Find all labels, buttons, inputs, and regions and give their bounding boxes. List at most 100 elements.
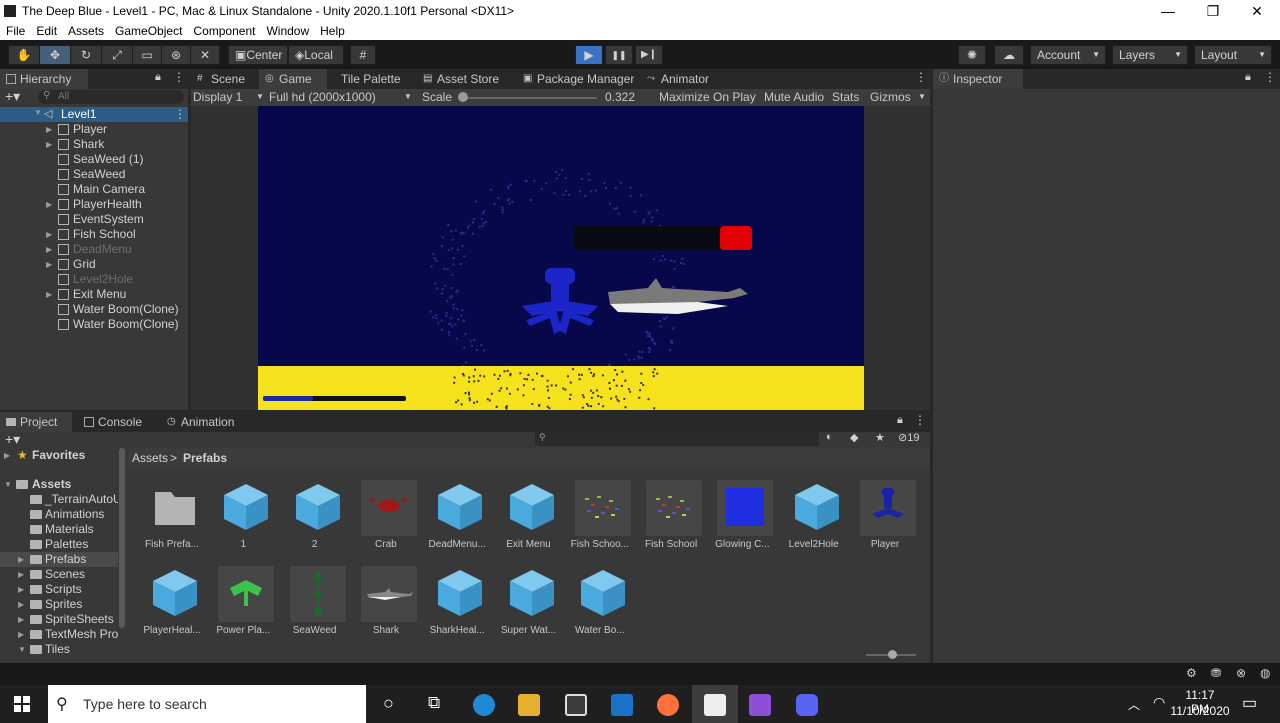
- layout-dropdown[interactable]: Layout ▼: [1194, 45, 1272, 65]
- tab-tile-palette[interactable]: Tile Palette: [321, 69, 415, 89]
- hierarchy-item[interactable]: ▶ Fish School: [0, 227, 188, 242]
- folder-tree-item[interactable]: _TerrainAutoU: [0, 492, 118, 507]
- kebab-menu-icon[interactable]: ⋮: [915, 70, 927, 84]
- hierarchy-item[interactable]: SeaWeed (1): [0, 152, 188, 167]
- expand-arrow-icon[interactable]: ▶: [46, 197, 56, 212]
- hierarchy-item[interactable]: ▶ Shark: [0, 137, 188, 152]
- asset-item[interactable]: Glowing C...: [710, 480, 774, 560]
- menu-file[interactable]: File: [0, 22, 30, 38]
- wifi-icon[interactable]: ◠: [1153, 694, 1165, 711]
- lighting-icon[interactable]: ◍: [1260, 666, 1270, 680]
- favorite-star-icon[interactable]: ★: [875, 431, 885, 444]
- folder-tree-item[interactable]: ▶ SpriteSheets: [0, 612, 118, 627]
- tab-game[interactable]: ◎ Game: [259, 69, 327, 89]
- expand-arrow-icon[interactable]: ▶: [46, 257, 56, 272]
- breadcrumb-assets[interactable]: Assets: [132, 451, 168, 465]
- move-tool-icon[interactable]: ✥: [39, 45, 71, 65]
- hierarchy-item[interactable]: ▶ PlayerHealth: [0, 197, 188, 212]
- folder-tree-item[interactable]: Materials: [0, 522, 118, 537]
- minimize-button[interactable]: —: [1148, 1, 1188, 21]
- asset-item[interactable]: SeaWeed: [283, 566, 347, 646]
- rect-tool-icon[interactable]: ▭: [132, 45, 162, 65]
- layers-dropdown[interactable]: Layers ▼: [1112, 45, 1188, 65]
- bug-icon[interactable]: ⚙: [1186, 666, 1197, 680]
- folder-tree-item[interactable]: Animations: [0, 507, 118, 522]
- hierarchy-item[interactable]: ▶ DeadMenu: [0, 242, 188, 257]
- close-button[interactable]: ✕: [1237, 1, 1277, 21]
- menu-edit[interactable]: Edit: [30, 22, 62, 38]
- expand-arrow-icon[interactable]: ▶: [18, 582, 28, 597]
- maximize-button[interactable]: ❐: [1193, 1, 1233, 21]
- folder-tree-item[interactable]: ▶ Scenes: [0, 567, 118, 582]
- kebab-menu-icon[interactable]: ⋮: [174, 107, 186, 121]
- asset-item[interactable]: Fish Prefa...: [140, 480, 204, 560]
- expand-arrow-icon[interactable]: ▶: [4, 448, 14, 463]
- folder-tree-item[interactable]: ▶ TextMesh Pro: [0, 627, 118, 642]
- asset-item[interactable]: Crab: [354, 480, 418, 560]
- hierarchy-item[interactable]: Water Boom(Clone): [0, 317, 188, 332]
- filter-type-icon[interactable]: ◐: [826, 431, 833, 443]
- tab-inspector[interactable]: ⓘ Inspector: [933, 69, 1023, 89]
- pivot-local-toggle[interactable]: ◈Local: [288, 45, 344, 65]
- asset-item[interactable]: Level2Hole: [782, 480, 846, 560]
- tab-asset-store[interactable]: ▤ Asset Store: [417, 69, 527, 89]
- expand-arrow-icon[interactable]: ▼: [18, 642, 28, 657]
- play-button[interactable]: ▶: [575, 45, 603, 65]
- expand-arrow-icon[interactable]: ▶: [18, 612, 28, 627]
- mail-icon[interactable]: [611, 694, 633, 716]
- hierarchy-item[interactable]: Water Boom(Clone): [0, 302, 188, 317]
- menu-help[interactable]: Help: [314, 22, 350, 38]
- collab-icon[interactable]: ✺: [958, 45, 986, 65]
- cortana-icon[interactable]: ○: [383, 693, 394, 714]
- tab-hierarchy[interactable]: Hierarchy: [0, 69, 88, 89]
- discord-icon[interactable]: [796, 694, 818, 716]
- lock-icon[interactable]: 🔒︎: [897, 414, 903, 427]
- scale-slider-track[interactable]: [460, 97, 597, 99]
- file-explorer-icon[interactable]: [518, 694, 540, 716]
- asset-item[interactable]: Shark: [354, 566, 418, 646]
- asset-item[interactable]: Fish Schoo...: [568, 480, 632, 560]
- add-object-button[interactable]: +▾: [5, 88, 20, 105]
- project-search-input[interactable]: ⚲: [535, 432, 819, 446]
- step-button[interactable]: ▶❙: [635, 45, 663, 65]
- windows-start-icon[interactable]: [14, 696, 30, 712]
- lock-icon[interactable]: 🔒︎: [1245, 71, 1251, 84]
- asset-item[interactable]: 2: [283, 480, 347, 560]
- task-view-icon[interactable]: ⧉: [428, 693, 440, 713]
- lock-icon[interactable]: 🔒︎: [155, 71, 161, 84]
- expand-arrow-icon[interactable]: ▶: [46, 287, 56, 302]
- progress-icon[interactable]: ⊗: [1236, 666, 1246, 680]
- tab-animation[interactable]: ◷ Animation: [161, 412, 251, 432]
- scale-tool-icon[interactable]: ⤢: [101, 45, 133, 65]
- asset-item[interactable]: SharkHeal...: [425, 566, 489, 646]
- tab-animator[interactable]: ⤳ Animator: [641, 69, 731, 89]
- expand-arrow-icon[interactable]: ▶: [18, 597, 28, 612]
- transform-tool-icon[interactable]: ⊛: [161, 45, 191, 65]
- custom-tool-icon[interactable]: ✕: [190, 45, 220, 65]
- menu-gameobject[interactable]: GameObject: [109, 22, 187, 38]
- chevron-up-icon[interactable]: ︿: [1128, 696, 1140, 713]
- unity-taskbar-active[interactable]: [692, 685, 738, 723]
- display-dropdown[interactable]: Display 1: [193, 90, 242, 104]
- hierarchy-item[interactable]: SeaWeed: [0, 167, 188, 182]
- game-viewport[interactable]: [258, 106, 864, 410]
- expand-arrow-icon[interactable]: ▼: [4, 477, 14, 492]
- folder-tree-item[interactable]: ▶ Prefabs: [0, 552, 118, 567]
- assets-root-node[interactable]: ▼ Assets: [0, 477, 118, 492]
- folder-tree-item[interactable]: ▶ Scripts: [0, 582, 118, 597]
- expand-arrow-icon[interactable]: ▶: [18, 567, 28, 582]
- asset-item[interactable]: PlayerHeal...: [140, 566, 204, 646]
- hierarchy-item[interactable]: EventSystem: [0, 212, 188, 227]
- gizmos-toggle[interactable]: Gizmos: [870, 90, 911, 104]
- account-dropdown[interactable]: Account ▼: [1030, 45, 1106, 65]
- tab-package-manager[interactable]: ▣ Package Manager: [517, 69, 645, 89]
- pivot-center-toggle[interactable]: ▣Center: [228, 45, 288, 65]
- scene-root-row[interactable]: ▼ ◁ Level1 ⋮: [0, 107, 188, 122]
- hierarchy-item[interactable]: Main Camera: [0, 182, 188, 197]
- asset-item[interactable]: 1: [211, 480, 275, 560]
- hierarchy-item[interactable]: Level2Hole: [0, 272, 188, 287]
- expand-arrow-icon[interactable]: ▶: [46, 137, 56, 152]
- favorites-node[interactable]: ▶ ★ Favorites: [0, 448, 118, 463]
- rotate-tool-icon[interactable]: ↻: [70, 45, 102, 65]
- maximize-on-play-toggle[interactable]: Maximize On Play: [659, 90, 756, 104]
